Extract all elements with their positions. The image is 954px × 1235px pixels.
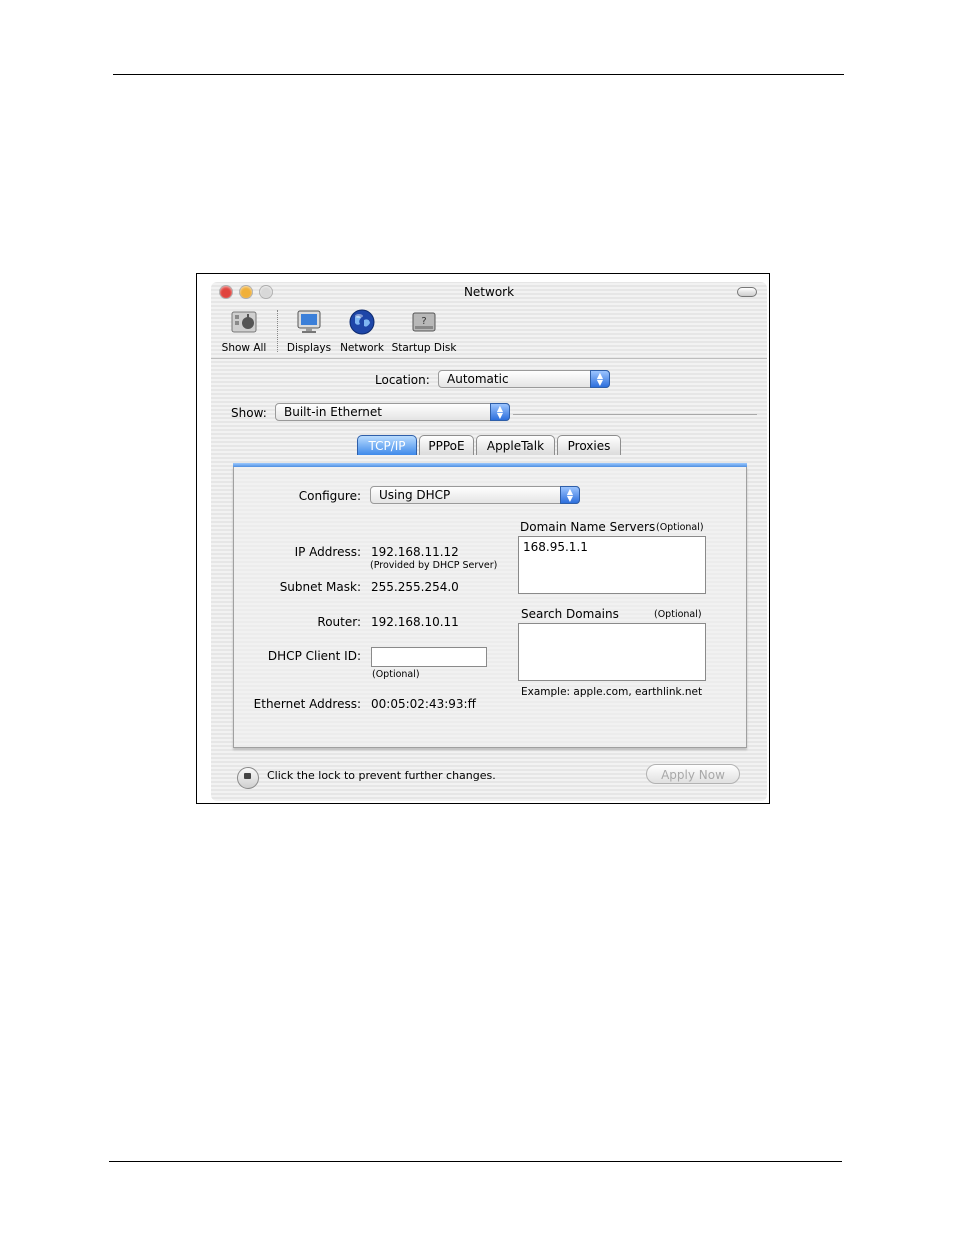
- toolbar: Show All Displays Network ? Startup Disk: [211, 304, 767, 359]
- search-domains-field[interactable]: [518, 623, 706, 681]
- dns-label: Domain Name Servers: [520, 520, 656, 534]
- search-domains-optional: (Optional): [654, 609, 702, 620]
- ip-address-label: IP Address:: [294, 545, 361, 559]
- dhcp-client-id-field[interactable]: [371, 647, 487, 667]
- toolbar-separator: [277, 310, 278, 352]
- chevron-updown-icon: ▲ ▼: [590, 370, 610, 388]
- toolbar-startup-disk[interactable]: ? Startup Disk: [391, 308, 457, 354]
- tab-pppoe[interactable]: PPPoE: [419, 435, 474, 455]
- toolbar-network-label: Network: [340, 342, 384, 354]
- lock-icon[interactable]: [237, 767, 259, 789]
- subnet-mask-label: Subnet Mask:: [279, 580, 361, 594]
- search-domains-example: Example: apple.com, earthlink.net: [521, 686, 703, 698]
- apple-icon: [231, 311, 257, 333]
- lock-text: Click the lock to prevent further change…: [267, 769, 496, 782]
- location-popup[interactable]: Automatic ▲ ▼: [438, 370, 610, 388]
- dhcp-client-id-note: (Optional): [372, 669, 420, 680]
- title-bar: Network: [211, 282, 767, 304]
- ip-address-note: (Provided by DHCP Server): [370, 560, 498, 571]
- ethernet-address-value: 00:05:02:43:93:ff: [371, 697, 476, 711]
- svg-text:?: ?: [421, 316, 426, 327]
- apply-now-button[interactable]: Apply Now: [646, 764, 740, 784]
- tab-bar: TCP/IP PPPoE AppleTalk Proxies: [211, 435, 767, 457]
- show-value: Built-in Ethernet: [284, 405, 382, 419]
- router-label: Router:: [317, 615, 361, 629]
- search-domains-label: Search Domains: [521, 607, 619, 621]
- dns-servers-value: 168.95.1.1: [523, 540, 588, 554]
- dhcp-client-id-label: DHCP Client ID:: [267, 649, 361, 663]
- window-title: Network: [463, 285, 515, 299]
- tcpip-panel: Configure: Using DHCP ▲ ▼ IP Address: 192…: [233, 463, 747, 748]
- subnet-mask-value: 255.255.254.0: [371, 580, 459, 594]
- router-value: 192.168.10.11: [371, 615, 459, 629]
- toolbar-show-all-label: Show All: [221, 342, 267, 354]
- network-window: Network Show All Displays Network ? Star…: [211, 282, 767, 801]
- tab-proxies[interactable]: Proxies: [557, 435, 621, 455]
- screenshot-frame: Network Show All Displays Network ? Star…: [196, 273, 770, 804]
- toolbar-startup-disk-label: Startup Disk: [391, 342, 457, 354]
- show-divider: [513, 414, 757, 415]
- configure-value: Using DHCP: [379, 488, 451, 502]
- show-label: Show:: [231, 406, 267, 420]
- configure-popup[interactable]: Using DHCP ▲ ▼: [370, 486, 580, 504]
- chevron-updown-icon: ▲ ▼: [560, 486, 580, 504]
- ethernet-address-label: Ethernet Address:: [253, 697, 361, 711]
- globe-icon: [349, 309, 375, 335]
- header-rule: [113, 74, 844, 75]
- chevron-updown-icon: ▲ ▼: [490, 403, 510, 421]
- tab-tcpip[interactable]: TCP/IP: [357, 435, 417, 455]
- dns-servers-field[interactable]: 168.95.1.1: [518, 536, 706, 594]
- toolbar-displays-label: Displays: [286, 342, 332, 354]
- dns-optional: (Optional): [656, 522, 704, 533]
- footer-rule: [109, 1161, 842, 1162]
- location-label: Location:: [375, 373, 430, 387]
- show-popup[interactable]: Built-in Ethernet ▲ ▼: [275, 403, 510, 421]
- location-value: Automatic: [447, 372, 509, 386]
- disk-icon: ?: [412, 312, 436, 332]
- toolbar-toggle-button[interactable]: [737, 287, 757, 297]
- configure-label: Configure:: [298, 489, 361, 503]
- panel-top-bar: [233, 463, 747, 467]
- monitor-icon: [297, 310, 321, 333]
- tab-appletalk[interactable]: AppleTalk: [476, 435, 555, 455]
- toolbar-network[interactable]: Network: [337, 308, 387, 354]
- ip-address-value: 192.168.11.12: [371, 545, 459, 559]
- toolbar-displays[interactable]: Displays: [284, 308, 334, 354]
- toolbar-show-all[interactable]: Show All: [219, 308, 269, 354]
